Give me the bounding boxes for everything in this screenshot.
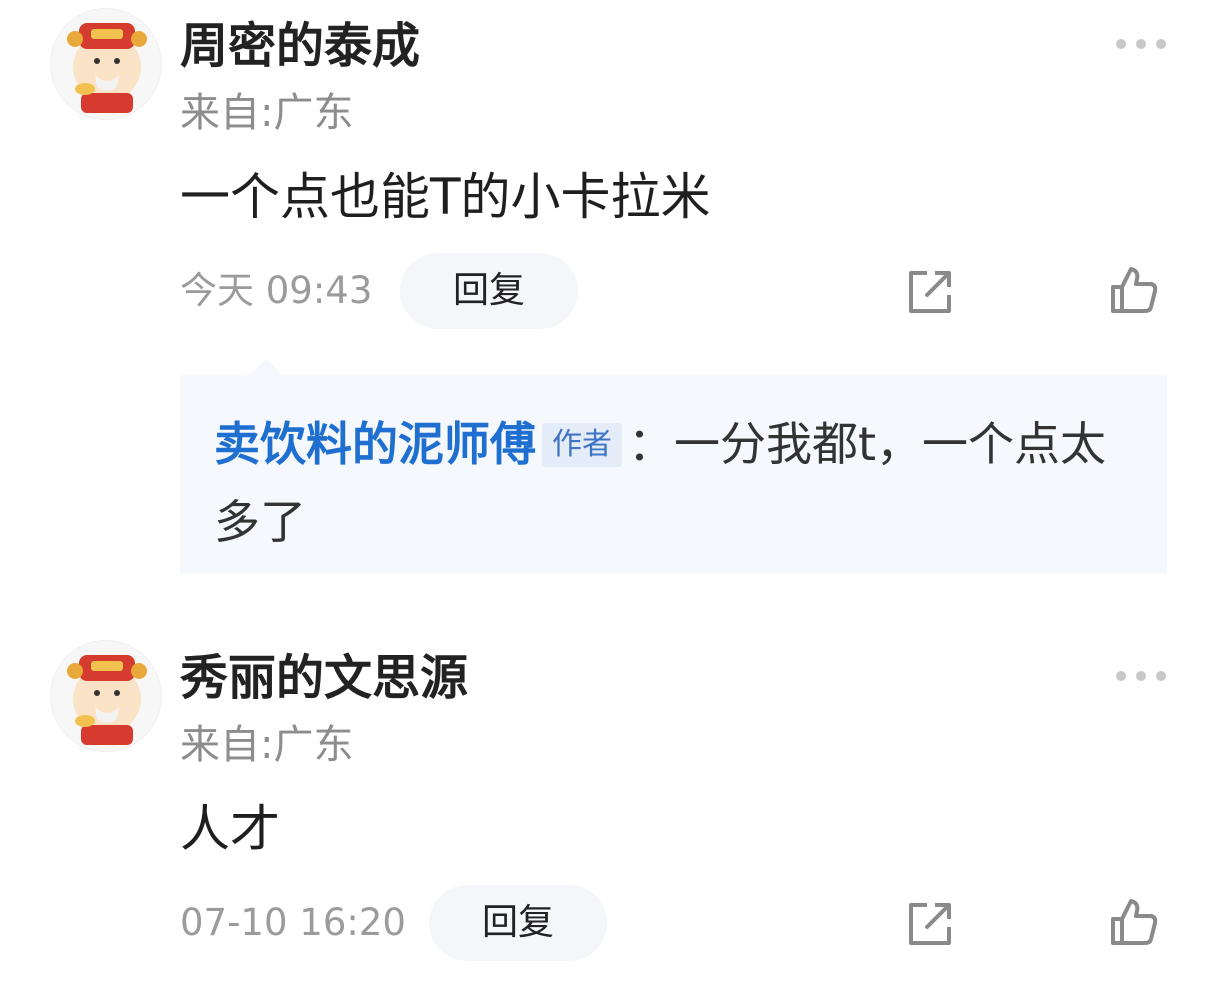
share-external-icon bbox=[909, 271, 951, 313]
reply-button[interactable]: 回复 bbox=[429, 885, 607, 961]
location-label: 来自:广东 bbox=[180, 90, 354, 136]
more-dot-icon bbox=[1116, 671, 1126, 681]
share-button[interactable] bbox=[905, 899, 955, 949]
more-options-button[interactable] bbox=[1116, 34, 1166, 54]
reply-button[interactable]: 回复 bbox=[400, 253, 578, 329]
avatar[interactable] bbox=[50, 8, 162, 120]
avatar[interactable] bbox=[50, 640, 162, 752]
sub-reply-arrow bbox=[250, 359, 282, 375]
more-options-button[interactable] bbox=[1116, 666, 1166, 686]
sub-reply-text: 卖饮料的泥师傅 作者 ：一分我都t，一个点太多了 bbox=[214, 405, 1134, 561]
share-external-icon bbox=[909, 903, 951, 945]
more-dot-icon bbox=[1136, 671, 1146, 681]
author-badge: 作者 bbox=[542, 423, 622, 467]
like-button[interactable] bbox=[1109, 897, 1159, 947]
more-dot-icon bbox=[1136, 39, 1146, 49]
more-dot-icon bbox=[1156, 671, 1166, 681]
thumbs-up-icon bbox=[1111, 267, 1158, 313]
username[interactable]: 秀丽的文思源 bbox=[180, 648, 468, 708]
sub-reply-separator: ： bbox=[628, 417, 674, 471]
username[interactable]: 周密的泰成 bbox=[180, 16, 420, 76]
sub-reply-box[interactable]: 卖饮料的泥师傅 作者 ：一分我都t，一个点太多了 bbox=[180, 359, 1167, 574]
comment-time: 07-10 16:20 bbox=[180, 901, 406, 944]
god-of-wealth-avatar-icon bbox=[67, 23, 147, 113]
god-of-wealth-avatar-icon bbox=[67, 655, 147, 745]
like-button[interactable] bbox=[1109, 265, 1159, 315]
more-dot-icon bbox=[1116, 39, 1126, 49]
share-button[interactable] bbox=[905, 267, 955, 317]
sub-reply-author[interactable]: 卖饮料的泥师傅 bbox=[214, 417, 536, 471]
comment-content: 人才 bbox=[180, 800, 280, 858]
comment-time: 今天 09:43 bbox=[180, 269, 373, 312]
thumbs-up-icon bbox=[1111, 899, 1158, 945]
more-dot-icon bbox=[1156, 39, 1166, 49]
location-label: 来自:广东 bbox=[180, 722, 354, 768]
comment-content: 一个点也能T的小卡拉米 bbox=[180, 168, 711, 226]
